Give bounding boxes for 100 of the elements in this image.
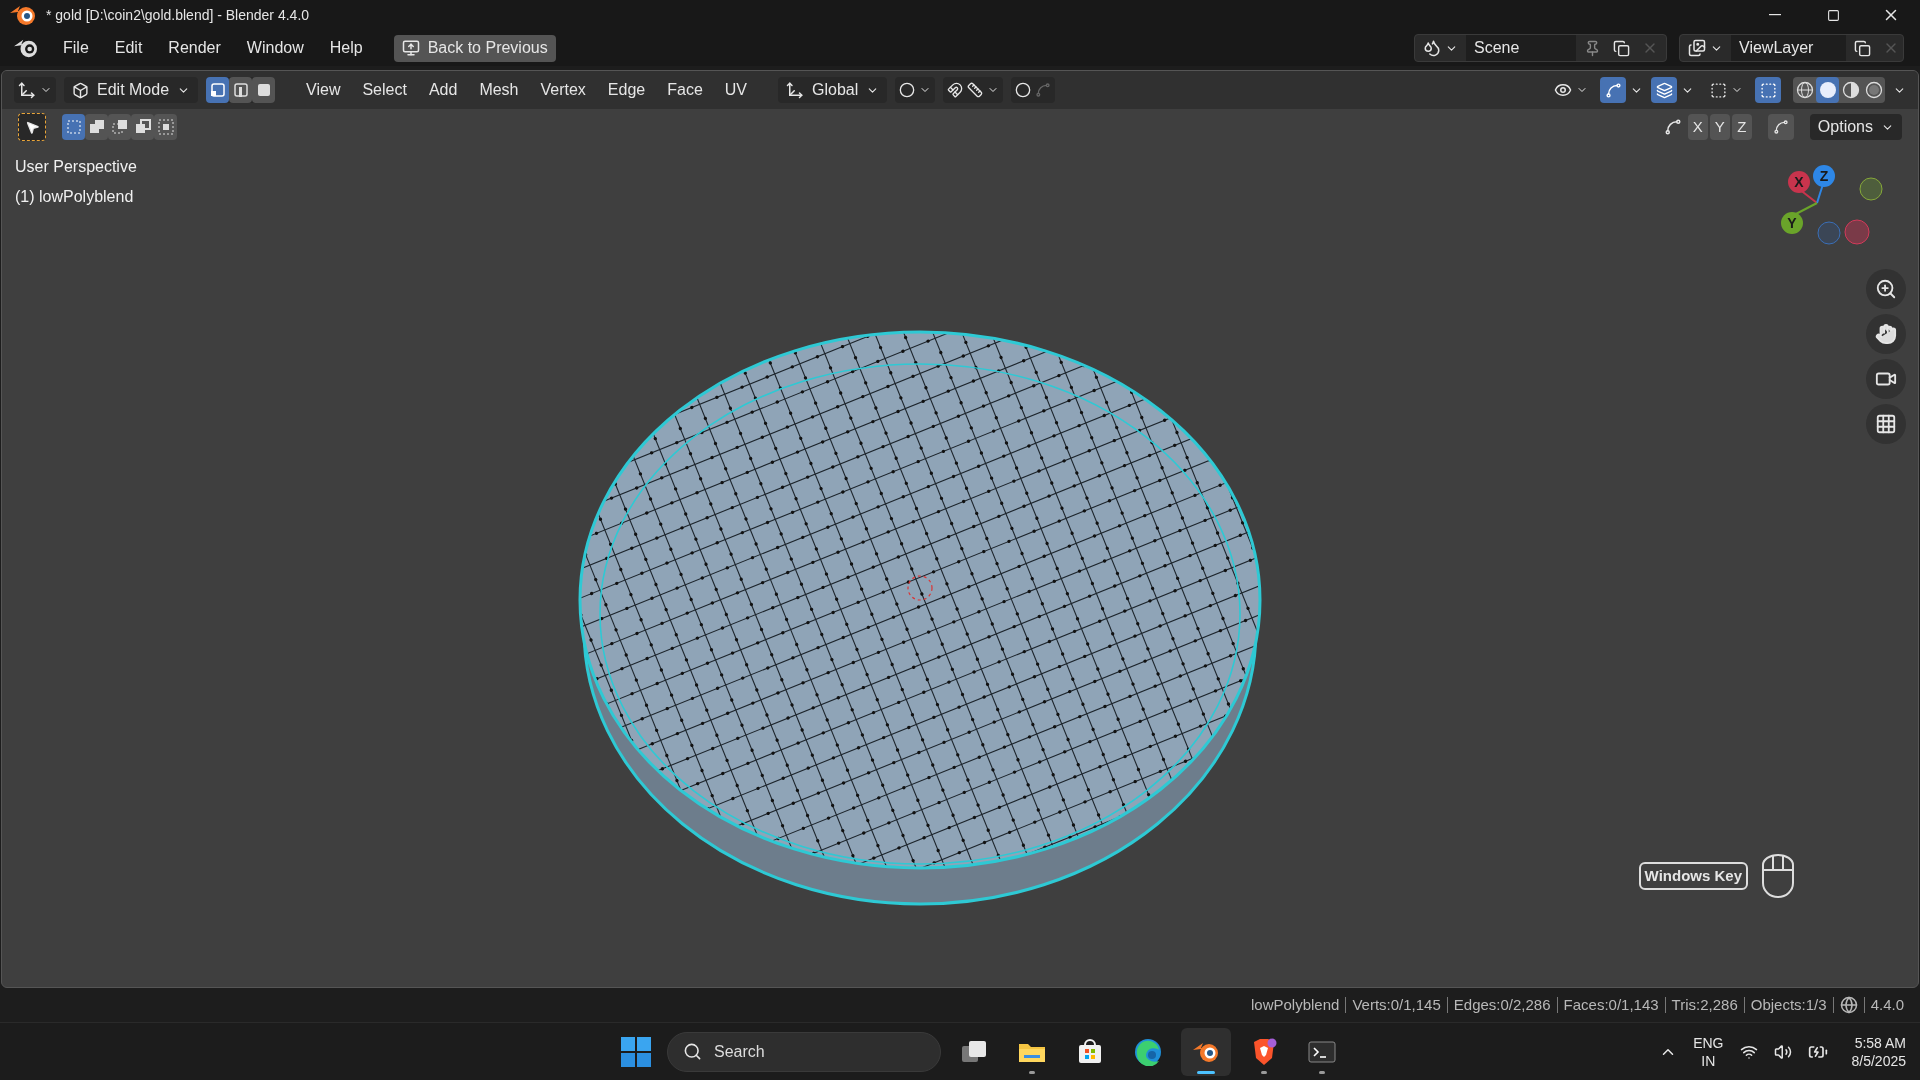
- proportional-edit-button[interactable]: [1011, 77, 1056, 103]
- mirror-axis-toggle[interactable]: Y: [1709, 114, 1730, 140]
- minimize-icon: [1769, 14, 1781, 16]
- header-menu-item[interactable]: Select: [351, 77, 418, 103]
- zoom-button[interactable]: [1866, 269, 1906, 309]
- header-menu-item[interactable]: UV: [713, 77, 759, 103]
- xray-icon: [1759, 81, 1777, 99]
- task-view-icon: [961, 1039, 987, 1064]
- menu-item[interactable]: Help: [318, 34, 374, 62]
- object-name-label: (1) lowPolyblend: [15, 187, 135, 207]
- hand-icon: [1875, 323, 1897, 345]
- taskbar-app-button[interactable]: [1181, 1027, 1231, 1076]
- select-mode-button[interactable]: [206, 77, 230, 103]
- menu-item[interactable]: Render: [157, 34, 232, 62]
- camera-view-button[interactable]: [1866, 359, 1906, 399]
- half-sphere-icon: [1841, 81, 1860, 99]
- copy-icon: [1613, 39, 1630, 57]
- axes-icon: [786, 81, 805, 99]
- clock-time[interactable]: 5:58 AM: [1854, 1033, 1906, 1052]
- auto-merge-button[interactable]: [1767, 114, 1794, 140]
- menu-item[interactable]: Window: [235, 34, 315, 62]
- view-name-label: User Perspective: [15, 157, 137, 177]
- blender-logo-icon[interactable]: [12, 37, 40, 59]
- search-icon: [683, 1041, 702, 1061]
- store-bag-icon: [1077, 1038, 1103, 1065]
- header-menu-item[interactable]: Vertex: [529, 77, 597, 103]
- status-text: Edges:0/2,286: [1453, 994, 1551, 1015]
- status-text: Objects:1/3: [1750, 994, 1827, 1015]
- zoom-icon: [1875, 278, 1897, 300]
- status-text: lowPolyblend: [1251, 994, 1340, 1015]
- globe-icon: [1839, 996, 1858, 1014]
- volume-icon[interactable]: [1773, 1042, 1792, 1061]
- status-text: Tris:2,286: [1671, 994, 1738, 1015]
- gizmo-toggle[interactable]: [1600, 77, 1626, 103]
- header-menu-item[interactable]: View: [295, 77, 352, 103]
- clock-date[interactable]: 8/5/2025: [1851, 1051, 1906, 1070]
- mirror-axis-toggle[interactable]: Z: [1731, 114, 1752, 140]
- select-mode-button[interactable]: [252, 77, 276, 103]
- view-layer-selector[interactable]: ViewLayer: [1679, 34, 1904, 62]
- editor-type-button[interactable]: [14, 77, 56, 103]
- header-menu-item[interactable]: Add: [417, 77, 469, 103]
- orientation-dropdown[interactable]: Global: [778, 77, 888, 103]
- pin-icon: [1584, 39, 1601, 57]
- pivot-circle-icon: [899, 82, 916, 98]
- view-layer-icon: [1688, 39, 1706, 57]
- scene-selector[interactable]: Scene: [1414, 34, 1667, 62]
- header-menu-item[interactable]: Mesh: [468, 77, 530, 103]
- taskbar-search-field[interactable]: Search: [667, 1031, 941, 1072]
- eye-icon: [1554, 81, 1572, 99]
- overlay-icon: [1655, 81, 1673, 99]
- axes-icon: [18, 81, 36, 99]
- pointer-icon: [24, 119, 40, 135]
- ruler-icon: [967, 82, 984, 98]
- select-tool-button[interactable]: [18, 113, 46, 141]
- solid-sphere-icon: [1818, 81, 1837, 99]
- scene-icon: [1423, 39, 1441, 57]
- region-label[interactable]: IN: [1701, 1051, 1716, 1070]
- selection-mode-button[interactable]: [85, 114, 108, 140]
- intersect-selection-icon: [157, 119, 174, 135]
- select-mode-button[interactable]: [229, 77, 253, 103]
- vertex-select-icon: [209, 82, 226, 98]
- pivot-button[interactable]: [895, 77, 936, 103]
- selection-mode-button[interactable]: [131, 114, 154, 140]
- shading-mode-button[interactable]: [1816, 77, 1839, 103]
- snap-button[interactable]: [943, 77, 1004, 103]
- magnet-icon: [947, 82, 964, 98]
- face-select-icon: [255, 82, 272, 98]
- scene-name: Scene: [1466, 35, 1576, 61]
- header-menu-item[interactable]: Edge: [596, 77, 657, 103]
- invert-selection-icon: [134, 119, 151, 135]
- copy-icon: [1854, 39, 1871, 57]
- selection-mode-button[interactable]: [62, 114, 85, 140]
- axis-gizmo-drawing[interactable]: X Y Z: [1780, 165, 1890, 265]
- cube-icon: [72, 81, 89, 99]
- blender-logo-icon: [8, 3, 38, 27]
- mode-dropdown[interactable]: Edit Mode: [64, 77, 199, 103]
- restore-icon: [1826, 8, 1840, 22]
- menu-item[interactable]: File: [52, 34, 100, 62]
- new-selection-icon: [65, 119, 82, 135]
- pan-hand-button[interactable]: [1866, 314, 1906, 354]
- subtract-selection-icon: [111, 119, 128, 135]
- xray-toggle[interactable]: [1755, 77, 1781, 103]
- mirror-axis-toggle[interactable]: X: [1687, 114, 1708, 140]
- wireframe-sphere-icon: [1795, 81, 1814, 99]
- terminal-icon: [1308, 1039, 1336, 1064]
- falloff-curve-icon: [1035, 82, 1052, 98]
- header-menu-item[interactable]: Face: [656, 77, 714, 103]
- back-to-previous-button[interactable]: Back to Previous: [393, 34, 556, 62]
- version-label: 4.4.0: [1870, 994, 1904, 1015]
- overlay-toggle[interactable]: [1651, 77, 1677, 103]
- window-title: * gold [D:\coin2\gold.blend] - Blender 4.4.0: [46, 5, 310, 25]
- browser-swirl-icon: [1134, 1037, 1162, 1066]
- grid-icon: [1875, 413, 1897, 435]
- perspective-grid-button[interactable]: [1866, 404, 1906, 444]
- language-label[interactable]: ENG: [1693, 1033, 1724, 1052]
- menu-item[interactable]: Edit: [103, 34, 154, 62]
- windows-logo-icon[interactable]: [621, 1036, 651, 1067]
- selection-mode-button[interactable]: [154, 114, 177, 140]
- mouse-icon: [1760, 853, 1796, 899]
- options-dropdown[interactable]: Options: [1809, 114, 1902, 140]
